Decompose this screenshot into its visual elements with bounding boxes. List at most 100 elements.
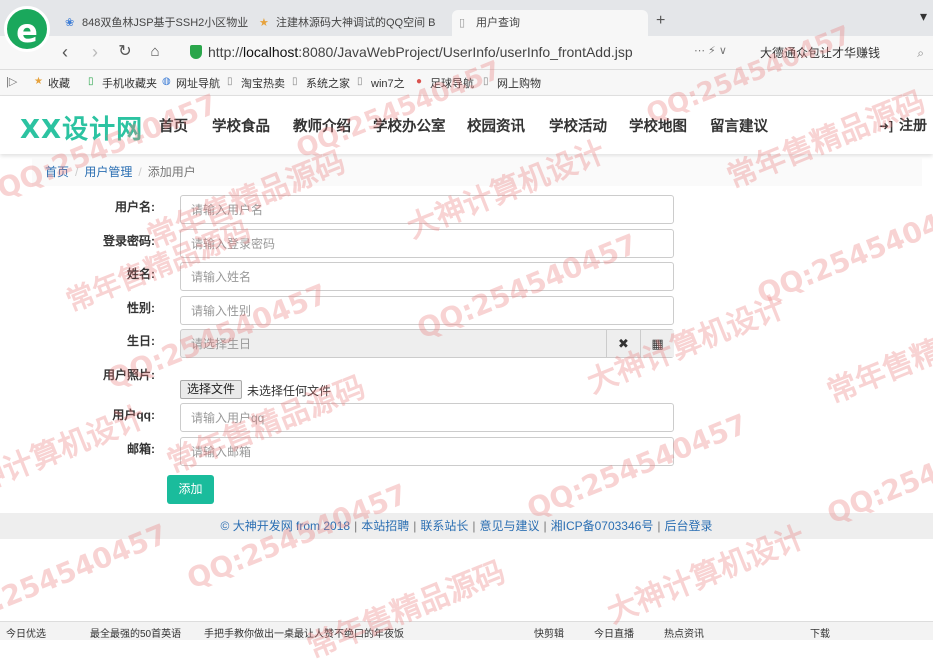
footer-link-icp[interactable]: 湘ICP备0703346号: [551, 519, 654, 533]
page-icon: ▯: [483, 76, 489, 87]
form-row-name: 姓名:: [0, 262, 933, 292]
page-icon: ▯: [459, 17, 466, 29]
window-menu-icon[interactable]: ▾: [920, 8, 927, 25]
bookmark-item[interactable]: ▯ 系统之家: [292, 75, 350, 91]
birthday-label: 生日:: [127, 334, 155, 348]
nav-office[interactable]: 学校办公室: [373, 115, 446, 136]
phone-icon: ▯: [88, 76, 94, 87]
sidebar-toggle-icon[interactable]: |▷: [6, 75, 17, 88]
footer-link-admin[interactable]: 后台登录: [664, 519, 712, 533]
globe-icon: ◍: [162, 76, 171, 87]
breadcrumb: 首页 / 用户管理 / 添加用户: [32, 158, 922, 186]
shield-icon: [190, 45, 202, 59]
page-icon: ▯: [292, 76, 298, 87]
birthday-picker: ✖ ▦: [180, 329, 674, 358]
share-icon[interactable]: ⋯ ⚡ ∨: [694, 44, 727, 57]
password-label: 登录密码:: [103, 234, 155, 248]
footer-link-jobs[interactable]: 本站招聘: [361, 519, 409, 533]
nav-activities[interactable]: 学校活动: [549, 115, 607, 136]
form-row-username: 用户名:: [0, 195, 933, 225]
browser-tab-label: 注建林源码大神调试的QQ空间 B: [276, 17, 436, 29]
status-item[interactable]: 今日直播: [594, 625, 634, 640]
star-icon: ★: [34, 76, 43, 87]
gender-input[interactable]: [180, 296, 674, 325]
clear-icon[interactable]: ✖: [606, 330, 640, 357]
birthday-input[interactable]: [181, 330, 606, 357]
status-item[interactable]: 最全最强的50首英语: [90, 625, 181, 640]
browser-tab-1[interactable]: ❀ 848双鱼林JSP基于SSH2小区物业: [58, 10, 248, 36]
site-footer: © 大神开发网 from 2018 | 本站招聘 | 联系站长 | 意见与建议 | 湘ICP备0…: [0, 513, 933, 539]
search-box[interactable]: 大德通众包让才华赚钱 ⌕: [760, 43, 930, 63]
form-row-email: 邮箱:: [0, 437, 933, 467]
breadcrumb-home[interactable]: 首页: [45, 165, 69, 179]
search-icon[interactable]: ⌕: [917, 43, 924, 63]
username-input[interactable]: [180, 195, 674, 224]
email-input[interactable]: [180, 437, 674, 466]
name-input[interactable]: [180, 262, 674, 291]
add-button[interactable]: 添加: [167, 475, 214, 504]
status-item[interactable]: 下载: [810, 625, 830, 640]
browser-tab-strip: ❀ 848双鱼林JSP基于SSH2小区物业 ★ 注建林源码大神调试的QQ空间 B…: [0, 0, 933, 36]
nav-home[interactable]: 首页: [159, 115, 188, 136]
photo-label: 用户照片:: [103, 368, 155, 382]
browser-logo-icon: e: [4, 6, 50, 52]
bookmarks-bar: |▷ ★ 收藏 ▯ 手机收藏夹 ◍ 网址导航 ▯ 淘宝热卖 ▯ 系统之家 ▯ win7之 ●…: [0, 70, 933, 96]
nav-feedback[interactable]: 留言建议: [710, 115, 768, 136]
home-icon[interactable]: ⌂: [144, 41, 166, 63]
browser-toolbar: ‹ › ↻ ⌂ http://localhost:8080/JavaWebPro…: [0, 36, 933, 70]
bookmark-item[interactable]: ▯ win7之: [357, 75, 405, 91]
bookmark-item[interactable]: ● 足球导航: [416, 75, 474, 91]
choose-file-button[interactable]: 选择文件: [180, 380, 243, 399]
footer-link-feedback[interactable]: 意见与建议: [479, 519, 539, 533]
calendar-icon[interactable]: ▦: [640, 330, 674, 357]
qq-input[interactable]: [180, 403, 674, 432]
footer-link-contact[interactable]: 联系站长: [420, 519, 468, 533]
page-icon: ▯: [227, 76, 233, 87]
nav-school-food[interactable]: 学校食品: [212, 115, 270, 136]
refresh-icon[interactable]: ↻: [114, 41, 136, 63]
browser-tab-label: 848双鱼林JSP基于SSH2小区物业: [82, 17, 248, 29]
form-row-birthday: 生日: ✖ ▦: [0, 329, 933, 359]
gender-label: 性别:: [127, 301, 155, 315]
browser-status-bar: 今日优选 最全最强的50首英语 手把手教你做出一桌最让人赞不绝口的年夜饭 快剪辑…: [0, 621, 933, 640]
footer-copyright: © 大神开发网 from 2018: [220, 519, 351, 533]
register-link[interactable]: ➜] 注册: [879, 115, 927, 135]
address-bar[interactable]: http://localhost:8080/JavaWebProject/Use…: [182, 41, 752, 65]
status-item[interactable]: 快剪辑: [534, 625, 564, 640]
ball-icon: ●: [416, 76, 423, 87]
bookmark-item[interactable]: ▯ 手机收藏夹: [88, 75, 157, 91]
forward-icon[interactable]: ›: [84, 41, 106, 63]
username-label: 用户名:: [115, 200, 155, 214]
new-tab-button[interactable]: +: [656, 12, 665, 30]
password-input[interactable]: [180, 229, 674, 258]
form-row-gender: 性别:: [0, 296, 933, 326]
site-header: XX设计网 首页 学校食品 教师介绍 学校办公室 校园资讯 学校活动 学校地图 …: [0, 96, 933, 154]
nav-teachers[interactable]: 教师介绍: [293, 115, 351, 136]
site-logo[interactable]: XX设计网: [20, 109, 143, 146]
bookmark-item[interactable]: ▯ 淘宝热卖: [227, 75, 285, 91]
status-item[interactable]: 今日优选: [6, 625, 46, 640]
browser-tab-3[interactable]: ▯ 用户查询: [452, 10, 648, 36]
breadcrumb-user-manage[interactable]: 用户管理: [84, 165, 132, 179]
page-icon: ▯: [357, 76, 363, 87]
browser-tab-2[interactable]: ★ 注建林源码大神调试的QQ空间 B: [252, 10, 446, 36]
nav-map[interactable]: 学校地图: [629, 115, 687, 136]
status-item[interactable]: 热点资讯: [664, 625, 704, 640]
status-item[interactable]: 手把手教你做出一桌最让人赞不绝口的年夜饭: [204, 625, 404, 640]
back-icon[interactable]: ‹: [54, 41, 76, 63]
address-text: http://localhost:8080/JavaWebProject/Use…: [208, 44, 633, 60]
form-row-password: 登录密码:: [0, 229, 933, 259]
star-icon: ★: [259, 17, 269, 29]
name-label: 姓名:: [127, 267, 155, 281]
form-row-photo: 用户照片: 选择文件 未选择任何文件: [0, 363, 933, 399]
nav-news[interactable]: 校园资讯: [467, 115, 525, 136]
search-text: 大德通众包让才华赚钱: [760, 46, 881, 60]
breadcrumb-current: 添加用户: [147, 165, 196, 179]
file-status: 未选择任何文件: [247, 384, 332, 398]
paw-icon: ❀: [65, 17, 75, 29]
form-row-qq: 用户qq:: [0, 403, 933, 433]
bookmark-item[interactable]: ▯ 网上购物: [483, 75, 541, 91]
email-label: 邮箱:: [127, 442, 155, 456]
bookmark-item[interactable]: ◍ 网址导航: [162, 75, 220, 91]
bookmark-item[interactable]: ★ 收藏: [34, 75, 70, 91]
